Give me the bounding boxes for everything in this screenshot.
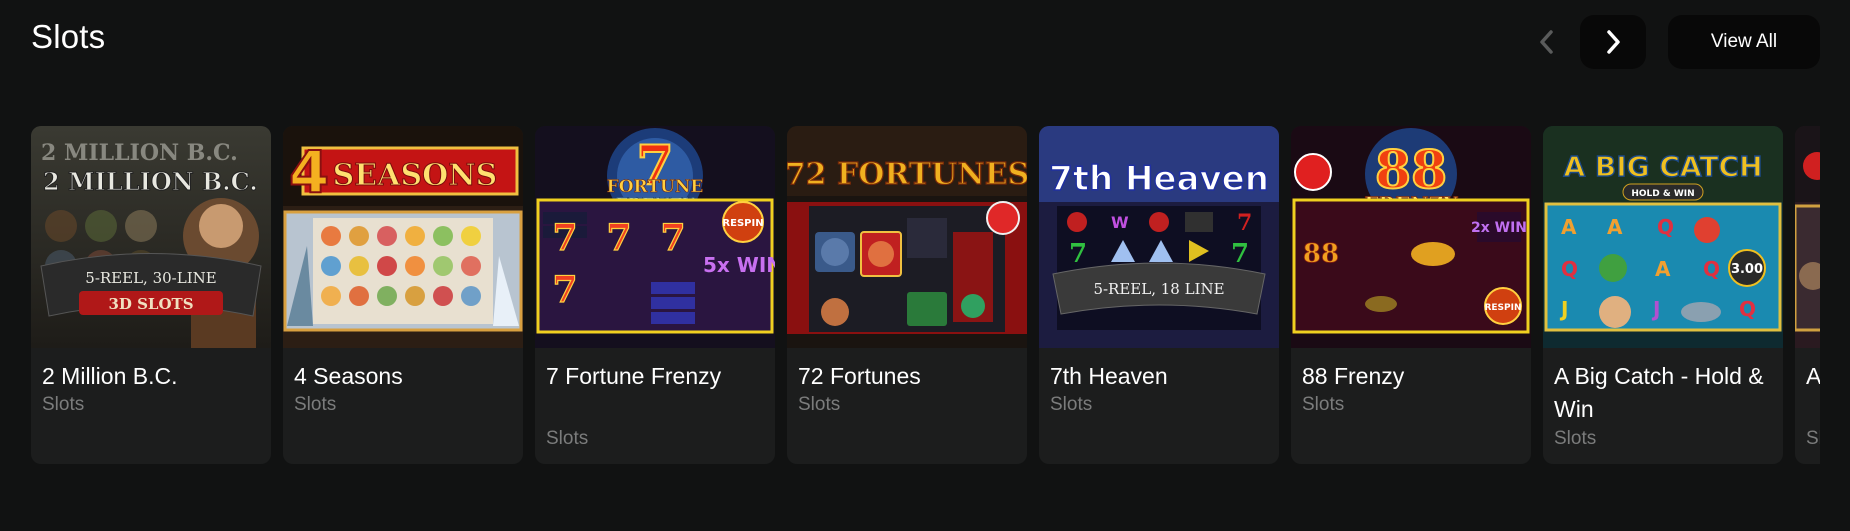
game-card-7-fortune-frenzy[interactable]: 7 FORTUNE FRENZY 7 7 7 7 RESPIN 5x WIN	[535, 126, 775, 464]
game-logo: FORTUNE	[607, 177, 704, 197]
game-title: 72 Fortunes	[798, 363, 921, 389]
game-thumbnail[interactable]: 88 FRENZY 88 2x WIN RESPIN	[1291, 126, 1531, 348]
game-category: Slots	[1050, 394, 1093, 415]
game-thumbnail[interactable]	[1795, 126, 1820, 348]
game-category: Slots	[1806, 428, 1820, 449]
game-logo: A BIG CATCH	[1563, 150, 1762, 183]
game-thumbnail[interactable]: 72 FORTUNES	[787, 126, 1027, 348]
game-logo-number: 4	[289, 138, 329, 206]
svg-text:7: 7	[1231, 239, 1249, 269]
svg-text:7: 7	[660, 217, 685, 259]
game-card-4-seasons[interactable]: 4 SEASONS 4 Seasons Slots	[283, 126, 523, 464]
game-card-2-million-bc[interactable]: 2 MILLION B.C. 2 MILLION B.C. 5-REEL, 30…	[31, 126, 271, 464]
multiplier-badge: 2x WIN	[1471, 220, 1527, 236]
svg-text:A: A	[1561, 215, 1577, 239]
game-title: 2 Million B.C.	[42, 363, 178, 389]
game-category: Slots	[546, 428, 589, 449]
ribbon-text: 5-REEL, 18 LINE	[1093, 280, 1224, 298]
section-title: Slots	[31, 18, 106, 55]
svg-text:A: A	[1655, 257, 1671, 281]
game-title: 7 Fortune Frenzy	[546, 363, 722, 389]
game-title: 88 Frenzy	[1302, 363, 1405, 389]
chevron-left-icon	[1540, 30, 1553, 54]
game-category: Slots	[1554, 428, 1597, 449]
game-title: 4 Seasons	[294, 363, 403, 389]
svg-text:7: 7	[552, 217, 577, 259]
svg-text:88: 88	[1303, 239, 1339, 269]
svg-text:A: A	[1607, 215, 1623, 239]
carousel-prev-button[interactable]	[1515, 15, 1579, 69]
svg-text:J: J	[1651, 297, 1660, 321]
ribbon-text: 3D SLOTS	[108, 295, 193, 313]
respin-badge: RESPIN	[1484, 303, 1521, 313]
svg-text:J: J	[1559, 297, 1568, 321]
game-thumbnail[interactable]: A BIG CATCH HOLD & WIN A A Q Q A Q J J Q	[1543, 126, 1783, 348]
chevron-right-icon	[1607, 30, 1620, 54]
game-thumbnail[interactable]: 7 FORTUNE FRENZY 7 7 7 7 RESPIN 5x WIN	[535, 126, 775, 348]
game-logo: 2 MILLION B.C.	[43, 167, 258, 196]
game-logo-sub: HOLD & WIN	[1631, 189, 1694, 199]
game-thumbnail[interactable]: 7th Heaven W 7 7 7 5-REEL, 18 LINE	[1039, 126, 1279, 348]
game-logo: 72 FORTUNES	[787, 157, 1027, 192]
game-title: 7th Heaven	[1050, 363, 1168, 389]
game-carousel: 2 MILLION B.C. 2 MILLION B.C. 5-REEL, 30…	[31, 126, 1820, 464]
svg-text:Q: Q	[1561, 257, 1578, 281]
svg-text:7: 7	[606, 217, 631, 259]
game-card-a-christmas-carol[interactable]: A Christmas Carol Slots	[1795, 126, 1820, 464]
game-card-72-fortunes[interactable]: 72 FORTUNES 72 Fortunes Slots	[787, 126, 1027, 464]
svg-text:7: 7	[552, 269, 577, 311]
game-card-a-big-catch[interactable]: A BIG CATCH HOLD & WIN A A Q Q A Q J J Q	[1543, 126, 1783, 464]
game-title: A Christmas Carol	[1806, 363, 1820, 389]
svg-text:Q: Q	[1703, 257, 1720, 281]
game-title: A Big Catch - Hold & Win	[1554, 363, 1764, 422]
respin-badge: RESPIN	[722, 218, 763, 229]
game-card-88-frenzy[interactable]: 88 FRENZY 88 2x WIN RESPIN 88 Frenzy Slo…	[1291, 126, 1531, 464]
prize-badge: 3.00	[1731, 262, 1763, 277]
game-logo-shadow: 2 MILLION B.C.	[41, 140, 238, 166]
svg-text:W: W	[1111, 213, 1129, 232]
slots-section: Slots View All 2 MILLION B.C. 2 MILLION …	[0, 0, 1850, 531]
game-thumbnail[interactable]: 4 SEASONS	[283, 126, 523, 348]
game-category: Slots	[294, 394, 337, 415]
game-card-7th-heaven[interactable]: 7th Heaven W 7 7 7 5-REEL, 18 LINE 7th H…	[1039, 126, 1279, 464]
ribbon-text: 5-REEL, 30-LINE	[85, 269, 216, 287]
multiplier-badge: 5x WIN	[703, 253, 775, 277]
game-thumbnail[interactable]: 2 MILLION B.C. 2 MILLION B.C. 5-REEL, 30…	[31, 126, 271, 348]
svg-text:7: 7	[1237, 210, 1252, 236]
svg-text:7: 7	[1069, 239, 1087, 269]
svg-text:Q: Q	[1657, 215, 1674, 239]
game-category: Slots	[1302, 394, 1345, 415]
game-logo: 7th Heaven	[1049, 159, 1269, 199]
svg-text:Q: Q	[1739, 297, 1756, 321]
view-all-button[interactable]: View All	[1668, 15, 1820, 69]
carousel-next-button[interactable]	[1580, 15, 1646, 69]
game-logo: SEASONS	[333, 158, 498, 193]
game-category: Slots	[42, 394, 85, 415]
game-category: Slots	[798, 394, 841, 415]
